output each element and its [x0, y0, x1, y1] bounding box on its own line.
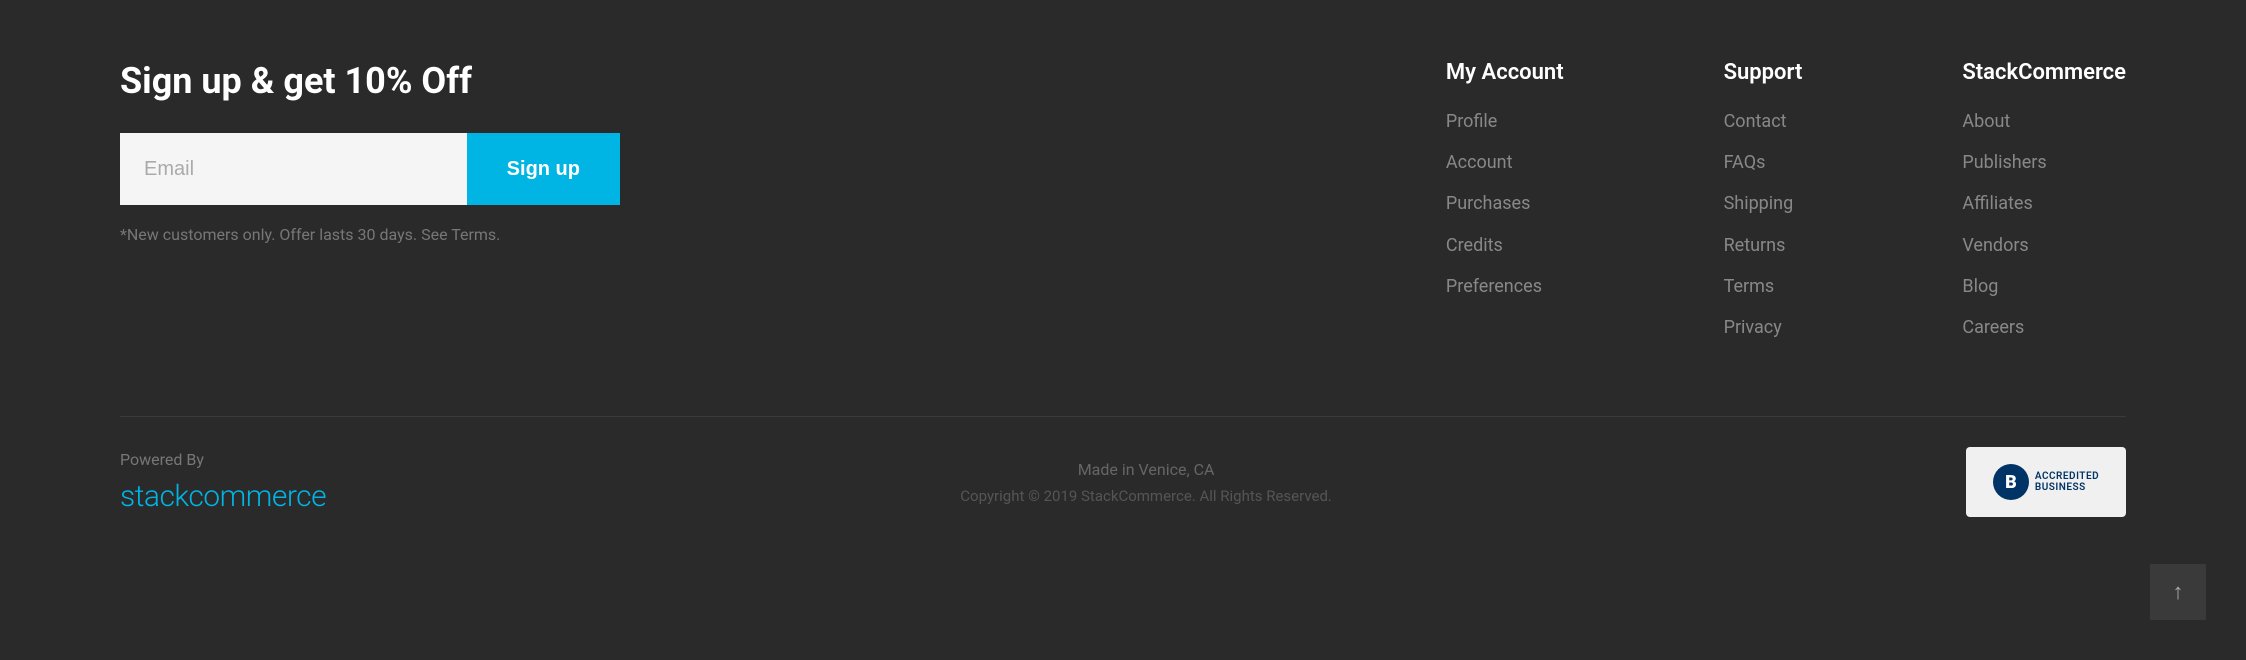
signup-section: Sign up & get 10% Off Sign up *New custo…: [120, 60, 620, 244]
bbb-circle-icon: B: [1993, 464, 2029, 500]
bbb-text-area: ACCREDITED BUSINESS: [2035, 471, 2099, 493]
footer: Sign up & get 10% Off Sign up *New custo…: [0, 0, 2246, 557]
nav-link-preferences[interactable]: Preferences: [1446, 274, 1564, 299]
nav-link-about[interactable]: About: [1962, 109, 2126, 134]
footer-bottom: Powered By stackcommerce Made in Venice,…: [120, 416, 2126, 517]
signup-title: Sign up & get 10% Off: [120, 60, 620, 103]
nav-link-contact[interactable]: Contact: [1724, 109, 1803, 134]
bbb-accredited-text: ACCREDITED: [2035, 471, 2099, 482]
nav-link-credits[interactable]: Credits: [1446, 233, 1564, 258]
nav-link-publishers[interactable]: Publishers: [1962, 150, 2126, 175]
my-account-column: My Account Profile Account Purchases Cre…: [1446, 60, 1564, 356]
nav-link-blog[interactable]: Blog: [1962, 274, 2126, 299]
nav-link-vendors[interactable]: Vendors: [1962, 233, 2126, 258]
nav-link-shipping[interactable]: Shipping: [1724, 191, 1803, 216]
nav-link-affiliates[interactable]: Affiliates: [1962, 191, 2126, 216]
copyright-text: Copyright © 2019 StackCommerce. All Righ…: [960, 487, 1332, 505]
made-in-text: Made in Venice, CA: [960, 460, 1332, 479]
footer-top: Sign up & get 10% Off Sign up *New custo…: [120, 60, 2126, 356]
scroll-top-button[interactable]: ↑: [2150, 564, 2206, 620]
bbb-logo: B ACCREDITED BUSINESS: [1993, 464, 2099, 500]
email-input[interactable]: [120, 133, 467, 205]
powered-by-text: Powered By: [120, 450, 326, 469]
footer-center: Made in Venice, CA Copyright © 2019 Stac…: [960, 460, 1332, 505]
signup-note: *New customers only. Offer lasts 30 days…: [120, 225, 620, 244]
powered-by-section: Powered By stackcommerce: [120, 450, 326, 514]
nav-link-returns[interactable]: Returns: [1724, 233, 1803, 258]
bbb-badge: B ACCREDITED BUSINESS: [1966, 447, 2126, 517]
nav-link-terms[interactable]: Terms: [1724, 274, 1803, 299]
stackcommerce-column: StackCommerce About Publishers Affiliate…: [1962, 60, 2126, 356]
stackcommerce-logo: stackcommerce: [120, 479, 326, 514]
signup-form: Sign up: [120, 133, 620, 205]
nav-link-careers[interactable]: Careers: [1962, 315, 2126, 340]
nav-link-faqs[interactable]: FAQs: [1724, 150, 1803, 175]
my-account-heading: My Account: [1446, 60, 1564, 85]
signup-button[interactable]: Sign up: [467, 133, 620, 205]
nav-link-purchases[interactable]: Purchases: [1446, 191, 1564, 216]
nav-link-privacy[interactable]: Privacy: [1724, 315, 1803, 340]
footer-nav: My Account Profile Account Purchases Cre…: [1446, 60, 2126, 356]
bbb-inner: B ACCREDITED BUSINESS: [1985, 456, 2107, 508]
support-heading: Support: [1724, 60, 1803, 85]
nav-link-profile[interactable]: Profile: [1446, 109, 1564, 134]
nav-link-account[interactable]: Account: [1446, 150, 1564, 175]
support-column: Support Contact FAQs Shipping Returns Te…: [1724, 60, 1803, 356]
stackcommerce-heading: StackCommerce: [1962, 60, 2126, 85]
bbb-business-text: BUSINESS: [2035, 482, 2099, 493]
